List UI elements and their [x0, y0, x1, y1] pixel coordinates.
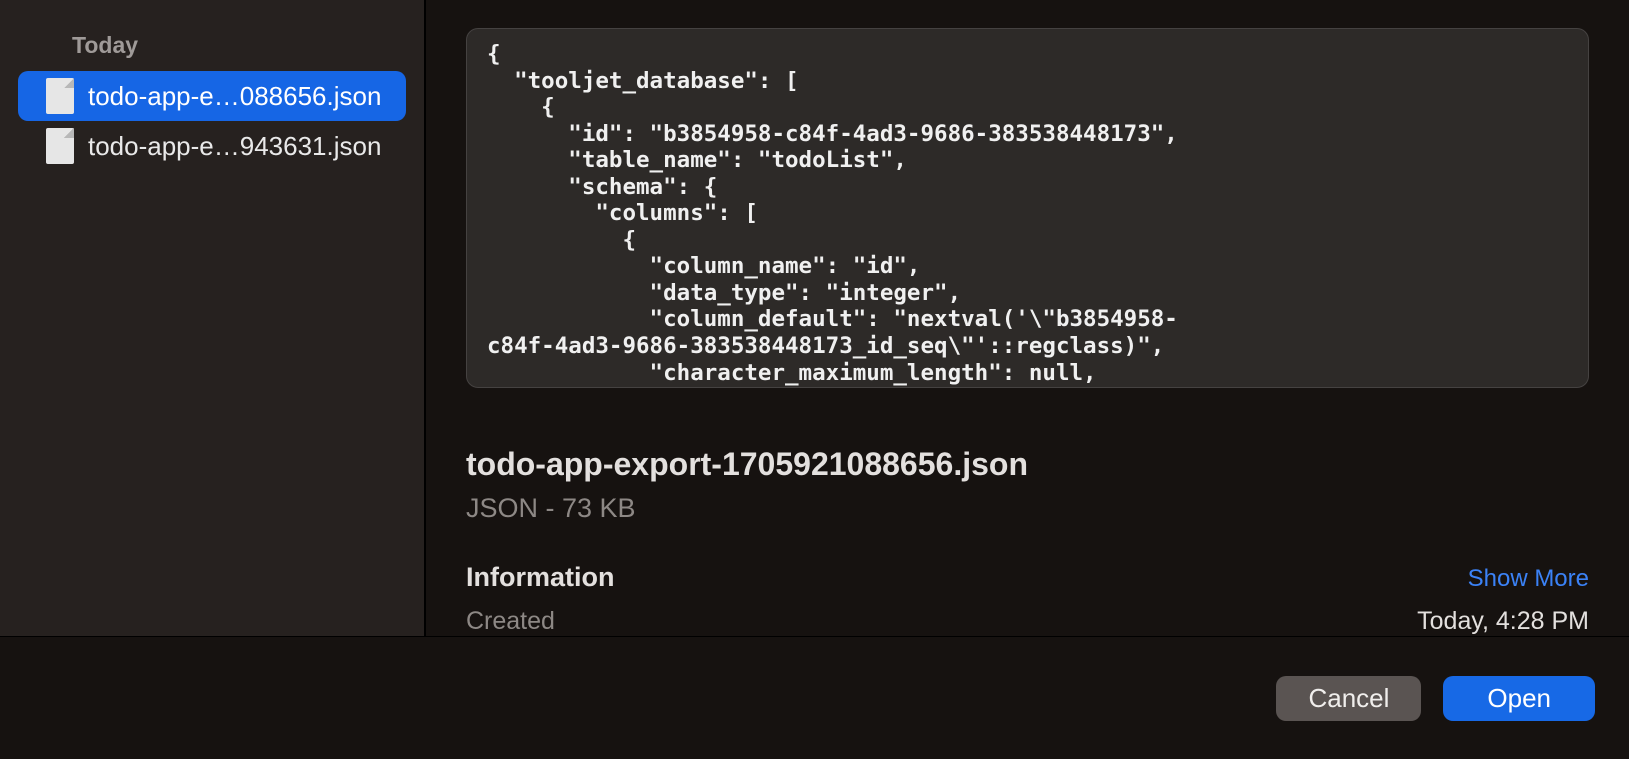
file-icon	[46, 128, 74, 164]
file-row-label: todo-app-e…943631.json	[88, 131, 381, 162]
info-field-created: Created Today, 4:28 PM	[466, 607, 1589, 636]
section-header-today: Today	[0, 20, 424, 71]
file-row[interactable]: todo-app-e…943631.json	[18, 121, 406, 171]
show-more-link[interactable]: Show More	[1468, 565, 1589, 593]
info-field-value: Today, 4:28 PM	[1417, 607, 1589, 636]
file-row[interactable]: todo-app-e…088656.json	[18, 71, 406, 121]
file-meta: JSON - 73 KB	[466, 493, 1589, 524]
file-icon	[46, 78, 74, 114]
preview-pane: { "tooljet_database": [ { "id": "b385495…	[426, 0, 1629, 636]
info-field-label: Created	[466, 607, 555, 636]
open-button[interactable]: Open	[1443, 676, 1595, 721]
file-content-preview[interactable]: { "tooljet_database": [ { "id": "b385495…	[466, 28, 1589, 388]
dialog-footer: Cancel Open	[0, 637, 1629, 759]
file-list-sidebar: Today todo-app-e…088656.json todo-app-e……	[0, 0, 426, 636]
file-row-label: todo-app-e…088656.json	[88, 81, 381, 112]
cancel-button[interactable]: Cancel	[1276, 676, 1421, 721]
information-heading: Information	[466, 562, 615, 593]
file-title: todo-app-export-1705921088656.json	[466, 446, 1589, 483]
